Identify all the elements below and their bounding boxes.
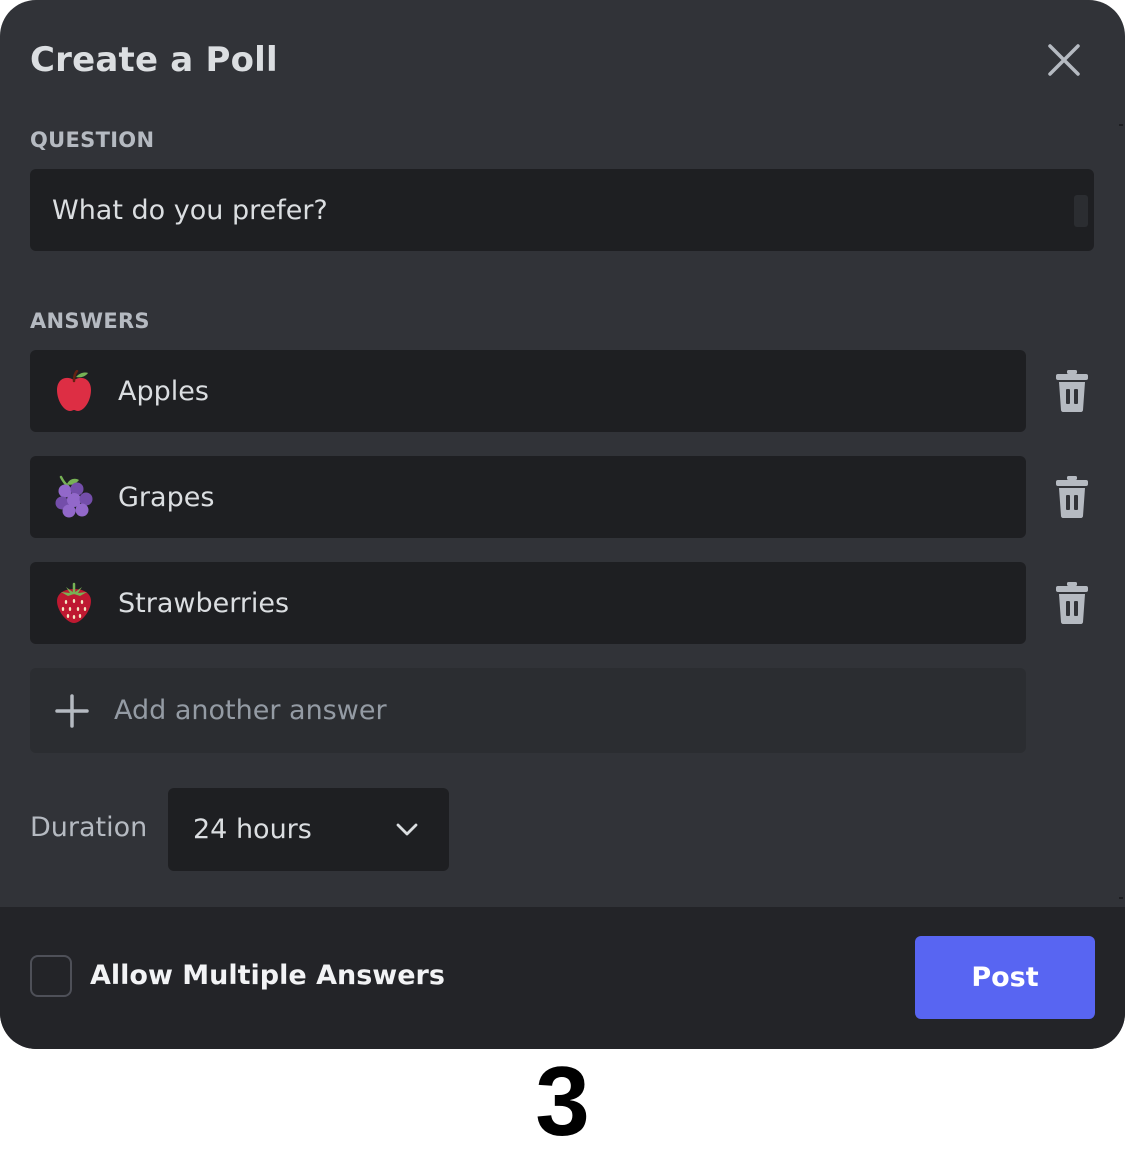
answer-input-2[interactable]: Grapes — [30, 456, 1026, 538]
step-number: 3 — [535, 1046, 590, 1156]
answers-label: ANSWERS — [30, 309, 150, 333]
grapes-icon[interactable] — [52, 475, 96, 519]
question-scrollbar[interactable] — [1074, 195, 1088, 227]
allow-multiple-checkbox[interactable] — [30, 955, 72, 997]
delete-answer-3-button[interactable] — [1051, 580, 1093, 626]
duration-label: Duration — [30, 812, 148, 843]
answer-input-1[interactable]: Apples — [30, 350, 1026, 432]
modal-footer: Allow Multiple Answers Post — [0, 907, 1125, 1049]
plus-icon — [52, 691, 92, 731]
delete-answer-2-button[interactable] — [1051, 474, 1093, 520]
question-text: What do you prefer? — [52, 194, 328, 226]
answer-text-3: Strawberries — [118, 587, 290, 619]
scroll-indicator-top — [1119, 124, 1123, 126]
trash-icon — [1056, 476, 1088, 518]
trash-icon — [1056, 370, 1088, 412]
close-button[interactable] — [1040, 36, 1088, 84]
trash-icon — [1056, 582, 1088, 624]
delete-answer-1-button[interactable] — [1051, 368, 1093, 414]
strawberry-icon[interactable] — [52, 581, 96, 625]
answer-text-2: Grapes — [118, 481, 215, 513]
add-answer-placeholder: Add another answer — [114, 695, 387, 726]
apple-icon[interactable] — [52, 369, 96, 413]
question-input[interactable]: What do you prefer? — [30, 169, 1094, 251]
answer-input-3[interactable]: Strawberries — [30, 562, 1026, 644]
duration-value: 24 hours — [193, 814, 312, 845]
allow-multiple-label[interactable]: Allow Multiple Answers — [90, 960, 445, 991]
create-poll-modal: Create a Poll QUESTION What do you prefe… — [0, 0, 1125, 1049]
modal-title: Create a Poll — [30, 40, 278, 80]
post-button[interactable]: Post — [915, 936, 1095, 1019]
question-label: QUESTION — [30, 128, 155, 152]
close-icon — [1048, 44, 1080, 76]
duration-dropdown[interactable]: 24 hours — [168, 788, 449, 871]
chevron-down-icon — [396, 823, 418, 836]
add-answer-input[interactable]: Add another answer — [30, 668, 1026, 753]
scroll-indicator-bottom — [1119, 897, 1123, 899]
answer-text-1: Apples — [118, 375, 209, 407]
